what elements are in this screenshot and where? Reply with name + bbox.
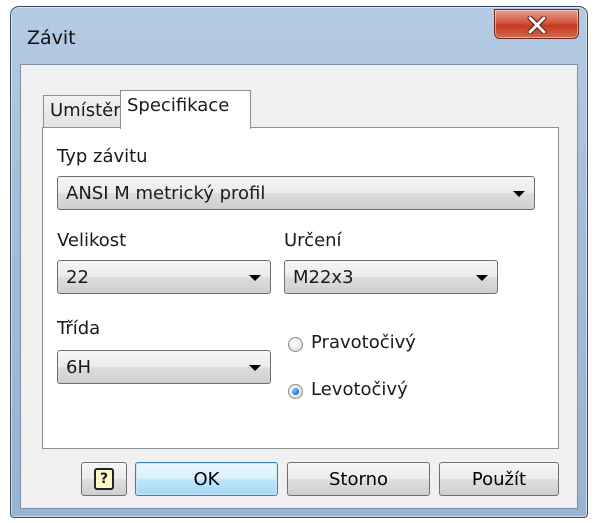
size-value: 22 — [66, 267, 89, 288]
radio-button-checked[interactable] — [288, 384, 303, 399]
help-question-icon: ? — [94, 468, 114, 490]
size-select[interactable]: 22 — [57, 260, 271, 294]
window-title: Závit — [27, 27, 76, 49]
close-icon — [527, 16, 547, 34]
apply-button[interactable]: Použít — [439, 462, 559, 496]
size-label: Velikost — [57, 230, 127, 251]
radio-left-hand-label: Levotočivý — [311, 379, 408, 400]
designation-label: Určení — [284, 230, 342, 251]
thread-type-select[interactable]: ANSI M metrický profil — [57, 176, 535, 210]
tab-umisteni[interactable]: Umístění — [43, 95, 130, 127]
title-bar[interactable]: Závit — [11, 7, 587, 65]
designation-select[interactable]: M22x3 — [284, 260, 498, 294]
chevron-down-icon — [249, 365, 261, 371]
ok-button[interactable]: OK — [135, 462, 278, 496]
thread-type-label: Typ závitu — [57, 146, 148, 167]
close-button[interactable] — [494, 9, 579, 39]
dialog-client-area: Umístění Specifikace Typ závitu ANSI M m… — [20, 64, 578, 509]
class-value: 6H — [66, 357, 91, 378]
class-label: Třída — [57, 318, 101, 339]
chevron-down-icon — [513, 191, 525, 197]
specification-panel: Typ závitu ANSI M metrický profil Veliko… — [42, 127, 559, 449]
cancel-button[interactable]: Storno — [287, 462, 430, 496]
designation-value: M22x3 — [293, 267, 354, 288]
radio-button[interactable] — [288, 337, 303, 352]
tab-specifikace[interactable]: Specifikace — [120, 90, 251, 129]
dialog-window: Závit Umístění Specifikace Typ závitu AN… — [10, 6, 588, 518]
thread-type-value: ANSI M metrický profil — [66, 183, 266, 204]
tab-specifikace-label: Specifikace — [127, 95, 230, 116]
class-select[interactable]: 6H — [57, 350, 271, 384]
tab-umisteni-label: Umístění — [50, 100, 130, 121]
chevron-down-icon — [476, 275, 488, 281]
help-button[interactable]: ? — [81, 462, 127, 496]
radio-right-hand-label: Pravotočivý — [311, 332, 416, 353]
chevron-down-icon — [249, 275, 261, 281]
